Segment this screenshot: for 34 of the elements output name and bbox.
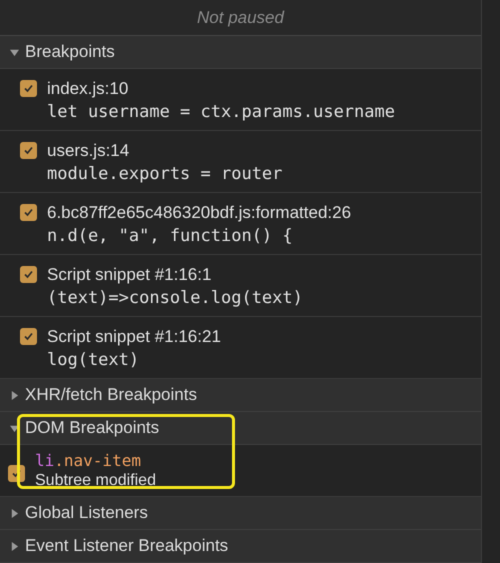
breakpoint-location[interactable]: index.js:10 <box>47 78 395 100</box>
checkbox[interactable] <box>20 328 37 345</box>
triangle-down-icon <box>10 48 19 56</box>
triangle-right-icon <box>10 542 19 550</box>
pause-status: Not paused <box>197 6 284 29</box>
section-header[interactable]: Global Listeners <box>0 497 481 530</box>
checkbox[interactable] <box>20 266 37 283</box>
section-header[interactable]: Event Listener Breakpoints <box>0 530 481 563</box>
section-header[interactable]: DOM Breakpoints <box>0 412 481 445</box>
triangle-down-icon <box>10 424 19 432</box>
breakpoint-code: let username = ctx.params.username <box>47 101 395 124</box>
breakpoint-code: n.d(e, "a", function() { <box>47 225 294 248</box>
checkbox[interactable] <box>20 142 37 159</box>
triangle-right-icon <box>10 390 19 400</box>
checkmark-icon <box>11 468 22 479</box>
checkmark-icon <box>23 269 34 280</box>
dom-node-label[interactable]: li.nav-item <box>35 451 156 471</box>
breakpoint-code: (text)=>console.log(text) <box>47 287 303 310</box>
breakpoint-location[interactable]: 6.bc87ff2e65c486320bdf.js:formatted:26 <box>47 202 352 224</box>
triangle-right-icon <box>10 508 19 518</box>
checkmark-icon <box>23 83 34 94</box>
checkmark-icon <box>23 145 34 156</box>
checkbox[interactable] <box>20 204 37 221</box>
breakpoint-location[interactable]: users.js:14 <box>47 140 282 162</box>
breakpoint-location[interactable]: Script snippet #1:16:1 <box>47 264 303 286</box>
checkmark-icon <box>23 331 34 342</box>
breakpoint-code: log(text) <box>47 349 140 372</box>
checkbox[interactable] <box>20 80 37 97</box>
checkmark-icon <box>23 207 34 218</box>
section-header[interactable]: Breakpoints <box>0 36 481 69</box>
breakpoint-code: module.exports = router <box>47 163 282 186</box>
breakpoint-location[interactable]: Script snippet #1:16:21 <box>47 326 221 348</box>
breakpoint-type: Subtree modified <box>35 471 156 491</box>
section-header[interactable]: XHR/fetch Breakpoints <box>0 379 481 412</box>
